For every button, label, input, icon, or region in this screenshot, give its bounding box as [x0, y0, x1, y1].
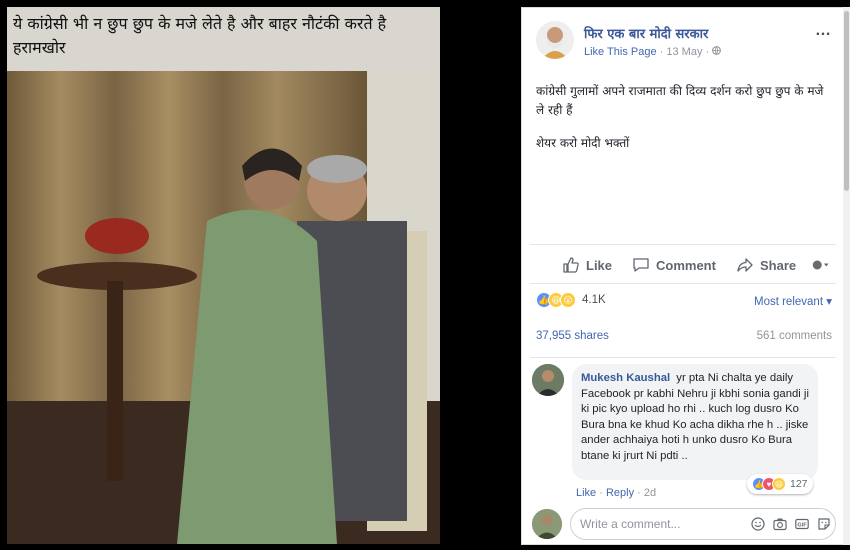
post-text-line: कांग्रेसी गुलामों अपने राजमाता की दिव्य … — [536, 84, 824, 117]
more-options-button[interactable]: … — [815, 22, 832, 40]
like-label: Like — [586, 257, 613, 273]
comment-icon — [633, 258, 649, 272]
post-header: फिर एक बार मोदी सरकार Like This Page · 1… — [522, 8, 844, 70]
comment-item: Mukesh Kaushal yr pta Ni chalta ye daily… — [532, 364, 836, 504]
audience-selector-button[interactable] — [812, 256, 830, 274]
comment-composer: GIF — [522, 504, 844, 544]
commenter-profile-picture — [532, 364, 564, 396]
comment-text: yr pta Ni chalta ye daily Facebook pr ka… — [581, 372, 809, 462]
shares-row: 37,955 shares 561 comments — [536, 330, 836, 348]
like-button[interactable]: Like — [562, 256, 612, 274]
comment-actions: Like · Reply · 2d — [576, 487, 656, 499]
comment-age[interactable]: 2d — [644, 487, 656, 499]
comment-reply-link[interactable]: Reply — [606, 487, 634, 499]
separator: · — [599, 487, 606, 499]
caret-down-icon: ▾ — [826, 296, 832, 308]
photo-caption-band: ये कांग्रेसी भी न छुप छुप के मजे लेते है… — [7, 7, 440, 71]
post-text: कांग्रेसी गुलामों अपने राजमाता की दिव्य … — [536, 82, 832, 153]
reaction-icons: 👍 😆 😮 — [536, 292, 576, 308]
sort-comments-dropdown[interactable]: Most relevant ▾ — [754, 294, 832, 308]
wow-reaction-icon: 😮 — [560, 292, 576, 308]
like-page-link[interactable]: Like This Page — [584, 46, 657, 58]
camera-icon[interactable] — [772, 516, 788, 532]
post-date[interactable]: 13 May — [666, 46, 702, 58]
avatar-dropdown-icon — [812, 260, 829, 270]
commenter-avatar[interactable] — [532, 364, 564, 396]
gif-icon[interactable]: GIF — [794, 516, 810, 532]
share-label: Share — [760, 257, 797, 273]
share-icon — [737, 258, 753, 272]
share-button[interactable]: Share — [736, 256, 796, 274]
reaction-count: 4.1K — [582, 294, 606, 306]
divider — [530, 357, 836, 358]
comment-reaction-count: 127 — [790, 478, 808, 490]
shares-count-link[interactable]: 37,955 shares — [536, 330, 609, 342]
emoji-icon[interactable] — [750, 516, 766, 532]
comment-label: Comment — [656, 257, 716, 273]
thumbs-up-icon — [563, 257, 579, 273]
page-profile-picture — [536, 21, 574, 59]
user-profile-picture — [532, 509, 562, 539]
scrollbar-thumb[interactable] — [844, 11, 849, 191]
comment-like-link[interactable]: Like — [576, 487, 596, 499]
reactions-summary[interactable]: 👍 😆 😮 4.1K Most relevant ▾ — [536, 290, 836, 310]
composer-tools: GIF — [750, 516, 832, 532]
facebook-post: फिर एक बार मोदी सरकार Like This Page · 1… — [521, 7, 845, 545]
globe-icon — [712, 46, 722, 58]
post-text-line: शेयर करो मोदी भक्तों — [536, 136, 630, 150]
post-meta: Like This Page · 13 May · — [584, 46, 722, 58]
shared-photo[interactable]: ये कांग्रेसी भी न छुप छुप के मजे लेते है… — [7, 7, 440, 544]
comment-reactions-badge[interactable]: 👍 ♥ 😆 127 — [747, 474, 813, 494]
comments-count-link[interactable]: 561 comments — [757, 330, 832, 342]
comment-bubble: Mukesh Kaushal yr pta Ni chalta ye daily… — [572, 364, 818, 480]
comment-author-link[interactable]: Mukesh Kaushal — [581, 372, 670, 384]
page-avatar[interactable] — [536, 21, 574, 59]
haha-reaction-icon: 😆 — [772, 477, 786, 491]
gif-label: GIF — [797, 523, 807, 529]
sticker-icon[interactable] — [816, 516, 832, 532]
comment-button[interactable]: Comment — [632, 256, 716, 274]
page-scrollbar[interactable] — [843, 7, 850, 545]
page-name-link[interactable]: फिर एक बार मोदी सरकार — [584, 24, 708, 42]
sort-label: Most relevant — [753, 296, 824, 308]
photo-image — [7, 71, 440, 544]
separator: · — [637, 487, 644, 499]
post-action-bar: Like Comment Share — [530, 244, 836, 284]
photo-caption: ये कांग्रेसी भी न छुप छुप के मजे लेते है… — [13, 14, 387, 57]
current-user-avatar — [532, 509, 562, 539]
